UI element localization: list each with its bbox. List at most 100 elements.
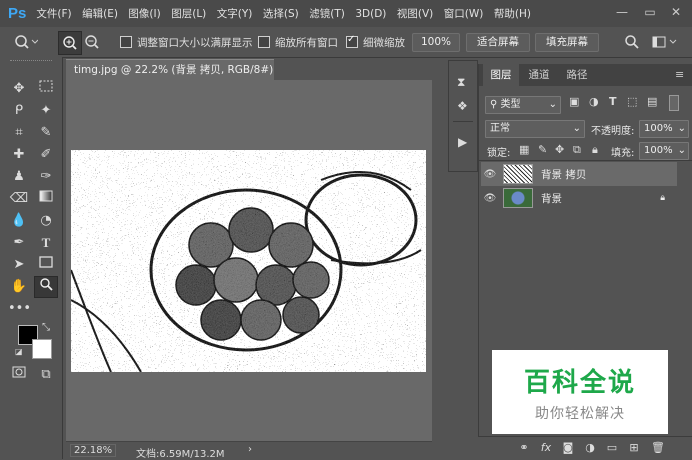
lock-transparent-icon[interactable]: ▦ xyxy=(519,143,529,156)
blend-mode-select[interactable]: 正常 ⌄ xyxy=(485,120,585,138)
restore-button[interactable]: ▭ xyxy=(640,3,660,21)
pen-tool-icon[interactable]: ✒ xyxy=(8,233,30,253)
filter-smart-object-icon[interactable]: ▤ xyxy=(647,95,657,108)
background-color-swatch[interactable] xyxy=(32,339,52,359)
path-selection-tool-icon[interactable]: ➤ xyxy=(8,255,30,275)
adjustment-layer-icon[interactable]: ◑ xyxy=(582,440,598,456)
zoom-100-button[interactable]: 100% xyxy=(412,33,460,52)
delete-layer-icon[interactable]: 🗑︎ xyxy=(650,440,666,456)
edit-toolbar-icon[interactable]: ••• xyxy=(8,299,31,319)
menu-type[interactable]: 文字(Y) xyxy=(217,6,253,21)
new-layer-icon[interactable]: ⊞ xyxy=(626,440,642,456)
swap-colors-icon[interactable]: ⤡ xyxy=(42,322,50,333)
close-button[interactable]: ✕ xyxy=(666,3,686,21)
zoom-level[interactable]: 22.18% xyxy=(70,444,117,457)
move-tool-icon[interactable]: ✥ xyxy=(8,79,30,99)
blur-tool-icon[interactable]: 💧 xyxy=(8,211,30,231)
toolbar-grip[interactable] xyxy=(10,60,52,63)
layer-row[interactable]: 👁︎ 背景 拷贝 xyxy=(481,162,677,186)
layer-style-icon[interactable]: fx xyxy=(538,440,554,456)
screen-mode-icon[interactable]: ⧉ xyxy=(35,365,57,385)
opacity-input[interactable]: 100% ⌄ xyxy=(639,120,689,138)
quick-mask-icon[interactable] xyxy=(8,365,30,385)
history-brush-tool-icon[interactable]: ✑ xyxy=(35,167,57,187)
add-mask-icon[interactable]: ◙ xyxy=(560,440,576,456)
tab-channels[interactable]: 通道 xyxy=(521,64,557,86)
zoom-in-button[interactable] xyxy=(58,31,82,55)
menu-edit[interactable]: 编辑(E) xyxy=(82,6,118,21)
menu-help[interactable]: 帮助(H) xyxy=(494,6,531,21)
gradient-tool-icon[interactable] xyxy=(35,189,57,209)
link-layers-icon[interactable]: ⚭ xyxy=(516,440,532,456)
document-canvas[interactable] xyxy=(66,80,432,441)
visibility-eye-icon[interactable]: 👁︎ xyxy=(481,193,499,204)
menu-image[interactable]: 图像(I) xyxy=(128,6,160,21)
edited-image[interactable] xyxy=(71,150,426,372)
tab-layers[interactable]: 图层 xyxy=(483,64,519,86)
layer-name[interactable]: 背景 拷贝 xyxy=(541,167,586,182)
filter-adjustment-icon[interactable]: ◑ xyxy=(589,95,599,108)
resize-windows-checkbox[interactable] xyxy=(120,36,132,48)
default-colors-icon[interactable]: ◪ xyxy=(15,347,23,356)
lasso-tool-icon[interactable]: ᑭ xyxy=(8,101,30,121)
brush-tool-icon[interactable]: ✐ xyxy=(35,145,57,165)
magic-wand-tool-icon[interactable]: ✦ xyxy=(35,101,57,121)
properties-panel-icon[interactable]: ❖ xyxy=(457,99,468,113)
zoom-tool-icon[interactable] xyxy=(34,276,58,298)
eraser-tool-icon[interactable]: ⌫ xyxy=(8,189,30,209)
tool-preset-picker[interactable] xyxy=(14,27,38,57)
panel-divider xyxy=(453,121,473,122)
menu-select[interactable]: 选择(S) xyxy=(263,6,299,21)
menu-file[interactable]: 文件(F) xyxy=(36,6,71,21)
new-group-icon[interactable]: ▭ xyxy=(604,440,620,456)
healing-brush-tool-icon[interactable]: ✚ xyxy=(8,145,30,165)
type-tool-icon[interactable]: T xyxy=(35,233,57,253)
filter-pixel-icon[interactable]: ▣ xyxy=(569,95,579,108)
zoom-all-checkbox[interactable] xyxy=(258,36,270,48)
zoom-out-icon xyxy=(85,35,99,49)
menu-3d[interactable]: 3D(D) xyxy=(355,8,386,20)
eyedropper-tool-icon[interactable]: ✎ xyxy=(35,123,57,143)
panel-menu-icon[interactable]: ≡ xyxy=(675,68,684,81)
filter-type-icon[interactable]: T xyxy=(609,95,617,108)
hand-tool-icon[interactable]: ✋ xyxy=(8,277,30,297)
lock-all-icon[interactable]: 🔒︎ xyxy=(592,143,598,157)
layer-name[interactable]: 背景 xyxy=(541,191,562,206)
visibility-eye-icon[interactable]: 👁︎ xyxy=(481,169,499,180)
rectangle-tool-icon[interactable] xyxy=(35,255,57,275)
layers-bottom-bar: ⚭ fx ◙ ◑ ▭ ⊞ 🗑︎ xyxy=(478,436,692,460)
tab-paths[interactable]: 路径 xyxy=(559,64,595,86)
crop-tool-icon[interactable]: ⌗ xyxy=(8,123,30,143)
filter-toggle-switch[interactable] xyxy=(669,95,679,111)
marquee-tool-icon[interactable] xyxy=(35,79,57,99)
resize-windows-option[interactable]: 调整窗口大小以满屏显示 xyxy=(120,27,253,57)
lock-artboard-icon[interactable]: ⧉ xyxy=(573,143,581,157)
panel-divider xyxy=(479,160,692,161)
minimize-button[interactable]: — xyxy=(612,3,632,21)
layer-row[interactable]: 👁︎ 背景 🔒︎ xyxy=(481,186,677,210)
actions-play-icon[interactable]: ▶ xyxy=(458,135,467,149)
filter-shape-icon[interactable]: ⬚ xyxy=(627,95,637,108)
fill-screen-button[interactable]: 填充屏幕 xyxy=(535,33,599,52)
menu-view[interactable]: 视图(V) xyxy=(397,6,433,21)
status-menu-arrow[interactable]: › xyxy=(248,444,252,455)
scrubby-zoom-checkbox[interactable] xyxy=(346,34,358,48)
scrubby-zoom-option[interactable]: 细微缩放 xyxy=(346,27,405,57)
chevron-down-icon: ⌄ xyxy=(572,123,581,134)
dodge-tool-icon[interactable]: ◔ xyxy=(35,211,57,231)
menu-layer[interactable]: 图层(L) xyxy=(171,6,206,21)
menu-window[interactable]: 窗口(W) xyxy=(444,6,484,21)
lock-position-icon[interactable]: ✥ xyxy=(555,143,564,156)
search-button[interactable] xyxy=(624,27,640,57)
clone-stamp-tool-icon[interactable]: ♟ xyxy=(8,167,30,187)
zoom-all-option[interactable]: 缩放所有窗口 xyxy=(258,27,338,57)
menu-filter[interactable]: 滤镜(T) xyxy=(309,6,345,21)
history-panel-icon[interactable]: ⧗ xyxy=(457,75,465,90)
document-tab[interactable]: timg.jpg @ 22.2% (背景 拷贝, RGB/8#) * × xyxy=(66,59,274,97)
workspace-switcher[interactable] xyxy=(652,27,680,57)
fill-input[interactable]: 100% ⌄ xyxy=(639,142,689,160)
lock-image-icon[interactable]: ✎ xyxy=(538,143,547,156)
layer-filter-kind[interactable]: ⚲ 类型 ⌄ xyxy=(485,96,561,114)
zoom-out-button[interactable] xyxy=(84,27,100,57)
fit-screen-button[interactable]: 适合屏幕 xyxy=(466,33,530,52)
